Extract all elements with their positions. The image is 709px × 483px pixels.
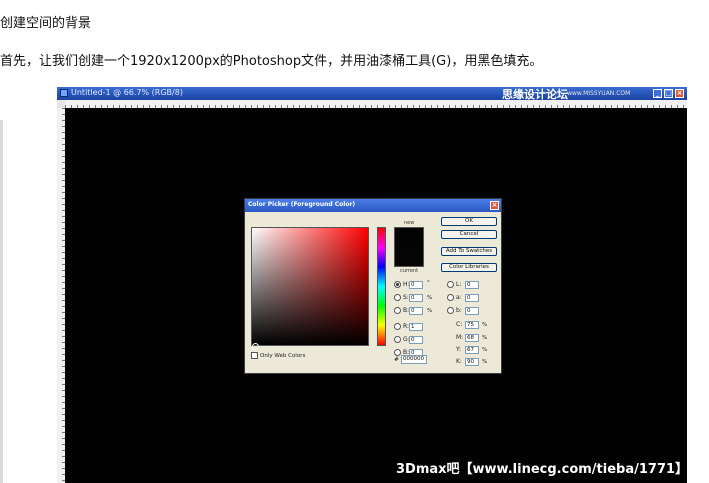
hue-row: H: [394, 280, 410, 289]
hue-slider[interactable] [377, 227, 386, 346]
saturation-label: S: [403, 294, 409, 301]
hue-input[interactable]: 0 [409, 281, 423, 289]
lab-a-radio[interactable] [447, 294, 454, 301]
current-color-swatch[interactable] [394, 247, 424, 267]
window-title: Untitled-1 @ 66.7% (RGB/8) [71, 88, 183, 97]
saturation-radio[interactable] [394, 294, 401, 301]
magenta-label: M: [456, 334, 464, 341]
new-label: new [404, 220, 415, 226]
black-unit: % [482, 359, 488, 365]
site-watermark-url: www.MISSYUAN.COM [567, 90, 631, 97]
new-color-swatch [394, 227, 424, 247]
web-colors-label: Only Web Colors [260, 353, 306, 359]
brightness-row: B: [394, 306, 409, 315]
color-field[interactable] [251, 227, 369, 350]
dialog-title: Color Picker (Foreground Color) [248, 201, 356, 208]
web-colors-option[interactable]: Only Web Colors [251, 352, 305, 359]
hex-input[interactable]: 000000 [401, 355, 427, 364]
red-row: R: [394, 322, 409, 331]
hex-label: # [394, 356, 400, 363]
photoshop-doc-icon [60, 89, 68, 97]
footer-watermark: 3Dmax吧【www.linecg.com/tieba/1771】 [396, 462, 689, 477]
color-libraries-button[interactable]: Color Libraries [441, 263, 497, 272]
dialog-titlebar[interactable]: Color Picker (Foreground Color) × [245, 199, 501, 212]
saturation-input[interactable]: 0 [409, 294, 423, 302]
lab-b-input[interactable]: 0 [465, 307, 479, 315]
green-row: G: [394, 335, 410, 344]
lab-b-row: b: [447, 306, 462, 315]
maximize-button[interactable]: □ [664, 89, 673, 98]
red-input[interactable]: 1 [409, 323, 423, 331]
lab-a-row: a: [447, 293, 462, 302]
ok-button[interactable]: OK [441, 217, 497, 226]
hue-unit: ° [427, 280, 430, 286]
hue-radio[interactable] [394, 281, 401, 288]
window-titlebar[interactable]: Untitled-1 @ 66.7% (RGB/8) 思缘设计论坛 www.MI… [57, 87, 687, 101]
lab-b-radio[interactable] [447, 307, 454, 314]
lab-l-input[interactable]: 0 [465, 281, 479, 289]
lab-b-label: b: [456, 307, 462, 314]
ruler-top[interactable] [65, 100, 687, 108]
color-picker-dialog: Color Picker (Foreground Color) × new cu… [244, 198, 502, 374]
cyan-label: C: [456, 321, 463, 328]
add-to-swatches-button[interactable]: Add To Swatches [441, 247, 497, 256]
page-edge [0, 120, 3, 483]
saturation-unit: % [427, 295, 433, 301]
article-heading: 创建空间的背景 [0, 16, 92, 31]
brightness-radio[interactable] [394, 307, 401, 314]
green-input[interactable]: 0 [409, 336, 423, 344]
lab-l-row: L: [447, 280, 461, 289]
magenta-unit: % [482, 335, 488, 341]
brightness-unit: % [427, 308, 433, 314]
black-input[interactable]: 90 [465, 358, 479, 366]
yellow-label: Y: [456, 346, 461, 353]
ruler-corner [57, 100, 65, 108]
cyan-input[interactable]: 75 [465, 321, 479, 329]
saturation-row: S: [394, 293, 409, 302]
ruler-left[interactable] [57, 108, 65, 483]
cyan-unit: % [482, 322, 488, 328]
color-field-marker[interactable] [252, 343, 259, 350]
cancel-button[interactable]: Cancel [441, 230, 497, 239]
brightness-input[interactable]: 0 [409, 307, 423, 315]
red-radio[interactable] [394, 323, 401, 330]
yellow-unit: % [482, 347, 488, 353]
magenta-input[interactable]: 68 [465, 334, 479, 342]
black-label: K: [456, 358, 462, 365]
minimize-button[interactable]: _ [653, 89, 662, 98]
yellow-input[interactable]: 67 [465, 346, 479, 354]
lab-a-label: a: [456, 294, 462, 301]
article-intro: 首先，让我们创建一个1920x1200px的Photoshop文件，并用油漆桶工… [0, 54, 543, 69]
web-colors-checkbox[interactable] [251, 352, 258, 359]
blue-radio[interactable] [394, 349, 401, 356]
dialog-close-button[interactable]: × [490, 201, 499, 210]
current-label: current [400, 268, 419, 274]
lab-l-label: L: [456, 281, 462, 288]
lab-l-radio[interactable] [447, 281, 454, 288]
green-radio[interactable] [394, 336, 401, 343]
lab-a-input[interactable]: 0 [465, 294, 479, 302]
close-button[interactable]: × [675, 89, 684, 98]
